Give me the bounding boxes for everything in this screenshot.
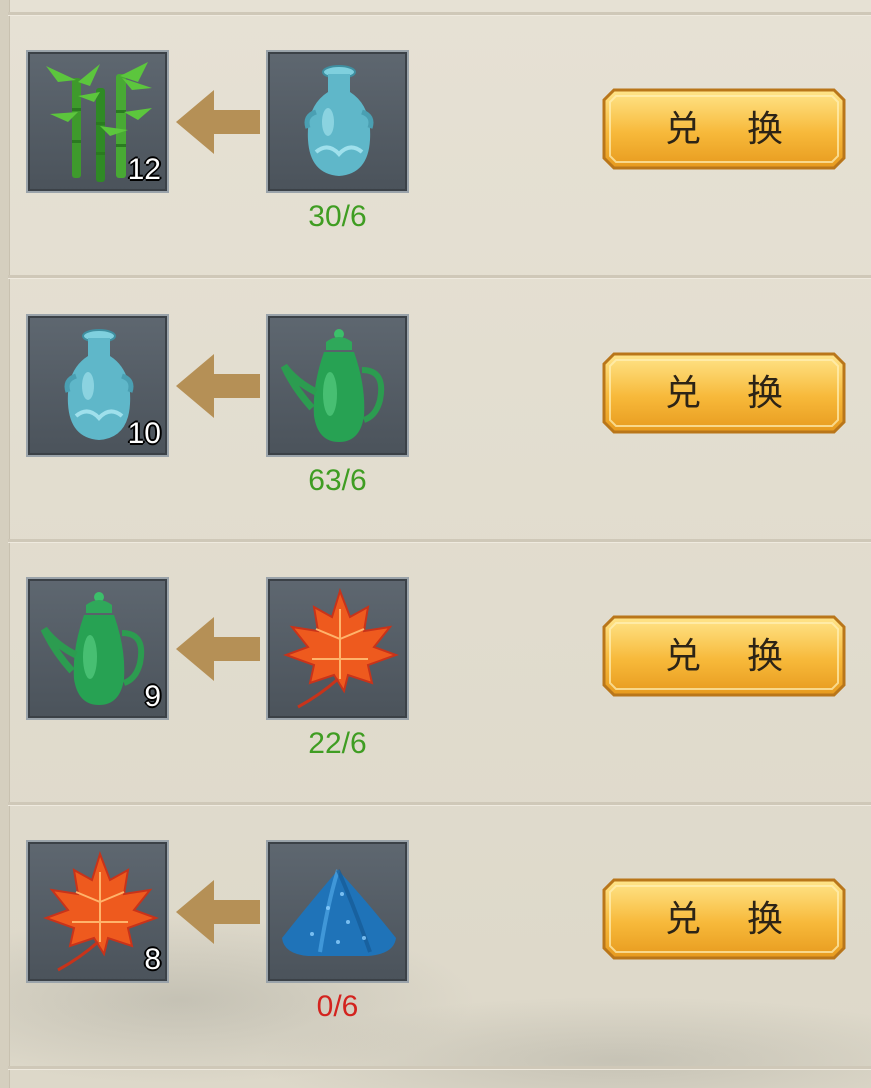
exchange-row: 12 30/6 兑 换 (0, 50, 871, 290)
cost-slot[interactable] (266, 840, 409, 983)
cost-slot[interactable] (266, 577, 409, 720)
reward-slot[interactable]: 9 (26, 577, 169, 720)
exchange-button-label: 兑 换 (664, 898, 801, 939)
exchange-row: 10 63/6 兑 换 (0, 314, 871, 554)
cost-count: 22/6 (308, 727, 367, 760)
cost-count: 63/6 (308, 464, 367, 497)
reward-quantity: 10 (127, 417, 161, 450)
arrow-left-icon (176, 90, 260, 154)
exchange-button[interactable]: 兑 换 (600, 350, 848, 436)
exchange-button[interactable]: 兑 换 (600, 86, 848, 172)
reward-quantity: 8 (144, 943, 161, 976)
exchange-button-label: 兑 换 (664, 108, 801, 149)
reward-slot[interactable]: 8 (26, 840, 169, 983)
exchange-button[interactable]: 兑 换 (600, 876, 848, 962)
cost-count: 30/6 (308, 200, 367, 233)
arrow-left-icon (176, 880, 260, 944)
arrow-left-icon (176, 617, 260, 681)
reward-slot[interactable]: 12 (26, 50, 169, 193)
cost-count: 0/6 (316, 990, 359, 1023)
green-teapot-icon (280, 329, 385, 442)
blue-ore-icon (282, 869, 396, 956)
blue-vase-icon (304, 65, 374, 176)
reward-slot[interactable]: 10 (26, 314, 169, 457)
maple-leaf-icon (283, 587, 399, 709)
exchange-button-label: 兑 换 (664, 635, 801, 676)
cost-slot[interactable] (266, 314, 409, 457)
row-divider (8, 12, 871, 16)
reward-quantity: 9 (144, 680, 161, 713)
arrow-left-icon (176, 354, 260, 418)
exchange-button-label: 兑 换 (664, 372, 801, 413)
cost-slot[interactable] (266, 50, 409, 193)
exchange-row: 8 0/6 兑 换 (0, 840, 871, 1080)
exchange-row: 9 22/6 兑 换 (0, 577, 871, 817)
exchange-button[interactable]: 兑 换 (600, 613, 848, 699)
reward-quantity: 12 (127, 153, 161, 186)
